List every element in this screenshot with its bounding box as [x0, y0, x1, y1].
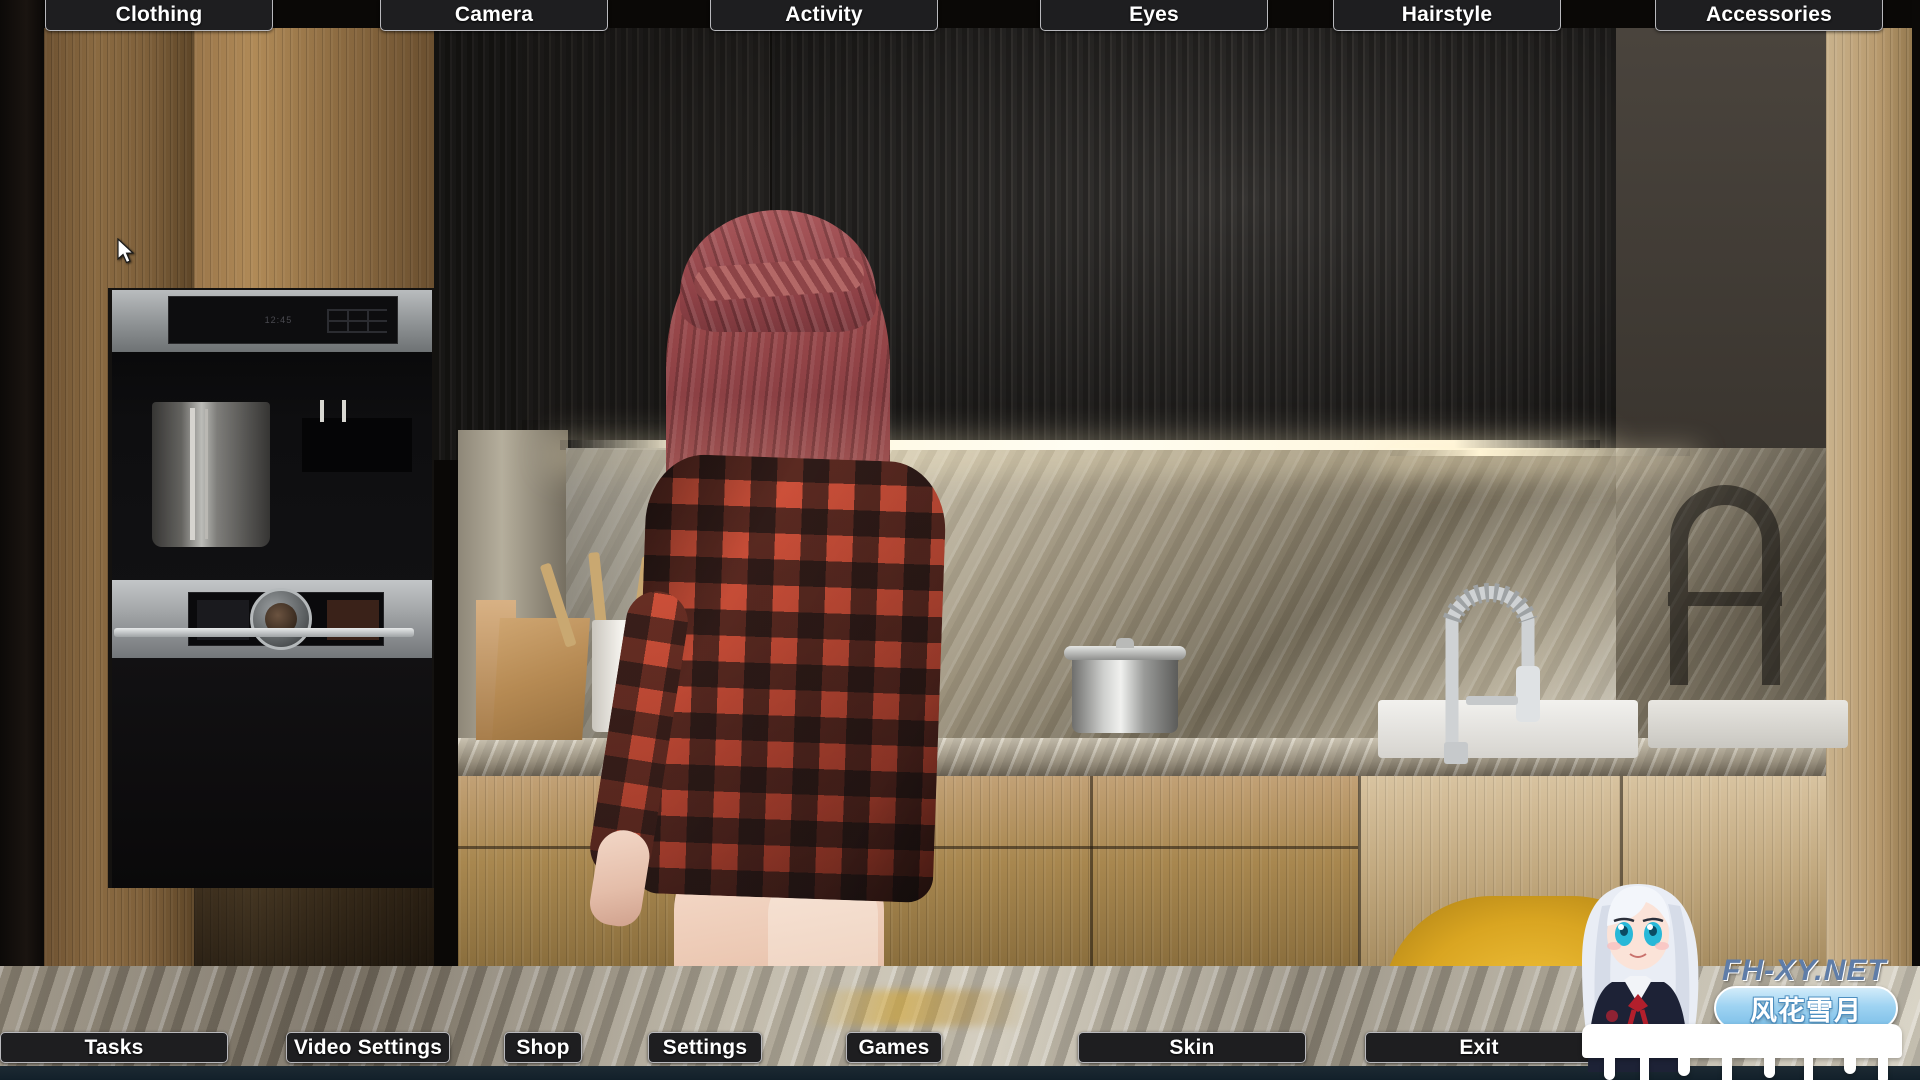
top-menu-button-eyes[interactable]: Eyes [1040, 0, 1268, 31]
sink-basin-right [1648, 700, 1848, 748]
coffee-dispenser-slot [302, 418, 412, 472]
oven-handle[interactable] [114, 628, 414, 637]
cabinet-seam [1358, 776, 1361, 968]
scene-left-edge [0, 0, 44, 968]
top-menu-button-camera[interactable]: Camera [380, 0, 608, 31]
appliance-clock: 12:45 [264, 315, 293, 325]
bottom-edge-strip [0, 1066, 1920, 1080]
marble-gold-vein [810, 990, 1030, 1026]
coffee-machine-glass-door[interactable] [112, 352, 432, 592]
coffee-spout [320, 400, 324, 422]
oven-control-knob[interactable] [250, 588, 312, 650]
game-window: 12:45 Clothing Camera Activity Eyes Hair… [0, 0, 1920, 1080]
top-menu-button-activity[interactable]: Activity [710, 0, 938, 31]
bottom-menu-button-video-settings[interactable]: Video Settings [286, 1032, 450, 1063]
appliance-button-grid [327, 309, 387, 333]
game-3d-scene[interactable]: 12:45 [0, 0, 1920, 1080]
top-menu-button-hairstyle[interactable]: Hairstyle [1333, 0, 1561, 31]
bottom-menu-button-tasks[interactable]: Tasks [0, 1032, 228, 1063]
coffee-carafe [152, 402, 270, 547]
top-menu-button-clothing[interactable]: Clothing [45, 0, 273, 31]
oven-door[interactable] [112, 658, 432, 888]
bottom-menu-button-shop[interactable]: Shop [504, 1032, 582, 1063]
cooking-pot [1072, 655, 1178, 733]
pot-lid-knob [1116, 638, 1134, 648]
bottom-menu-button-settings[interactable]: Settings [648, 1032, 762, 1063]
scene-right-edge [1912, 0, 1920, 968]
coffee-machine-control-panel[interactable]: 12:45 [168, 296, 398, 344]
tall-wood-cabinet-right[interactable] [1826, 28, 1912, 968]
cabinet-seam [1090, 776, 1093, 968]
bottom-menu-button-games[interactable]: Games [846, 1032, 942, 1063]
character-shirt-shading [632, 452, 948, 904]
player-character[interactable] [560, 210, 1020, 1070]
pot-lid [1064, 646, 1186, 660]
kitchen-faucet[interactable] [1428, 470, 1548, 770]
bottom-menu-button-exit[interactable]: Exit [1365, 1032, 1593, 1063]
bottom-menu-button-skin[interactable]: Skin [1078, 1032, 1306, 1063]
top-menu-button-accessories[interactable]: Accessories [1655, 0, 1883, 31]
